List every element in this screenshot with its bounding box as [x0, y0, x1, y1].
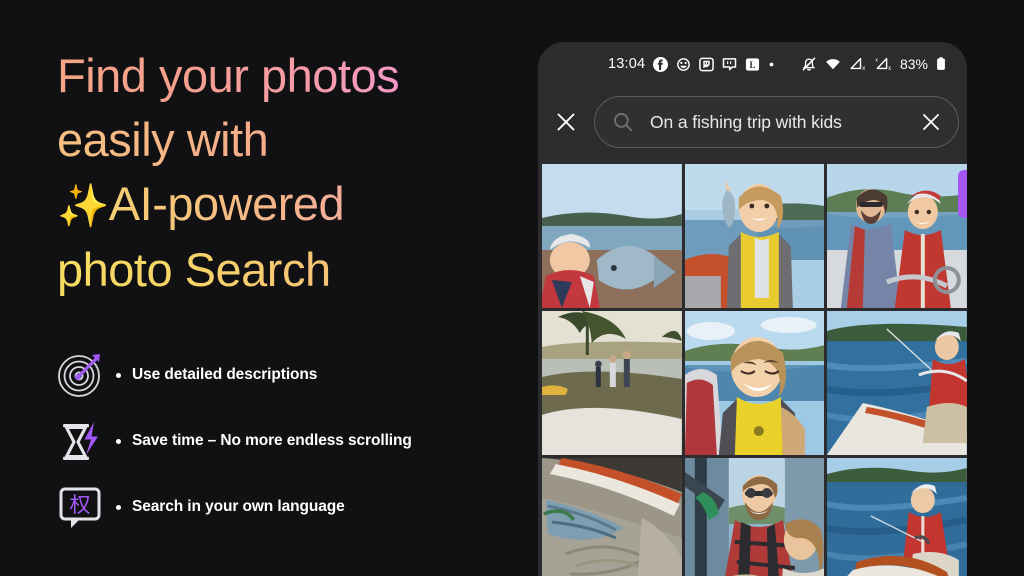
photo-results-grid	[542, 164, 967, 576]
smiley-face-icon	[676, 57, 691, 72]
promo-panel: Find your photos easily with ✨AI-powered…	[0, 0, 535, 576]
photo-thumbnail[interactable]	[684, 458, 825, 576]
twitch-chat-icon	[722, 57, 737, 72]
status-bar-left: 13:04 L	[608, 56, 775, 72]
svg-text:x: x	[875, 58, 878, 64]
language-speech-bubble-icon: 权	[54, 481, 106, 533]
hourglass-lightning-icon	[54, 415, 106, 467]
photo-thumbnail[interactable]	[542, 458, 682, 576]
photo-thumbnail[interactable]	[827, 458, 967, 576]
svg-text:x: x	[888, 66, 891, 72]
facebook-icon	[653, 56, 669, 72]
svg-text:L: L	[750, 60, 756, 70]
bullet-marker	[116, 372, 121, 378]
list-item: Save time – No more endless scrolling	[54, 408, 524, 474]
clear-search-button[interactable]	[920, 112, 942, 132]
search-query-text[interactable]: On a fishing trip with kids	[650, 112, 920, 133]
list-item-label: Search in your own language	[132, 498, 345, 515]
battery-percent-label: 83%	[899, 56, 928, 72]
photo-thumbnail[interactable]	[684, 164, 825, 308]
headline-line-2: easily with	[57, 108, 517, 172]
list-item-label: Use detailed descriptions	[132, 366, 318, 383]
close-search-button[interactable]	[538, 111, 594, 133]
bell-muted-icon	[801, 56, 817, 72]
headline-line-3: ✨AI-powered	[57, 172, 517, 238]
letterboxd-l-icon: L	[745, 57, 760, 72]
photo-thumbnail[interactable]	[542, 311, 682, 455]
svg-text:x: x	[862, 66, 865, 72]
photo-thumbnail[interactable]	[542, 164, 682, 308]
bullet-marker	[116, 438, 121, 444]
edge-panel-handle[interactable]	[958, 170, 967, 218]
bullet-marker	[116, 504, 121, 510]
headline-line-1: Find your photos	[57, 44, 517, 108]
headline-line-4: photo Search	[57, 238, 517, 302]
list-item: Use detailed descriptions	[54, 342, 524, 408]
headline-line-3-text: AI-powered	[108, 177, 345, 230]
svg-text:权: 权	[70, 493, 91, 517]
sparkles-icon: ✨	[57, 182, 109, 229]
battery-icon	[936, 56, 946, 72]
search-bar: On a fishing trip with kids	[538, 94, 967, 150]
page-headline: Find your photos easily with ✨AI-powered…	[57, 44, 517, 302]
magnifier-icon	[612, 111, 638, 133]
photo-thumbnail[interactable]	[827, 311, 967, 455]
list-item-label: Save time – No more endless scrolling	[132, 432, 412, 449]
target-dart-icon	[54, 349, 106, 401]
wifi-icon	[825, 56, 841, 72]
photo-thumbnail[interactable]	[684, 311, 825, 455]
feature-bullet-list: Use detailed descriptions Save time – No…	[54, 342, 524, 540]
status-bar-right: x xx 83%	[801, 56, 946, 72]
status-bar: 13:04 L x x x 83%	[538, 42, 967, 86]
signal-no-service-icon: x	[849, 56, 865, 72]
signal-sim2-no-service-icon: xx	[873, 56, 892, 72]
list-item: 权 Search in your own language	[54, 474, 524, 540]
search-input[interactable]: On a fishing trip with kids	[594, 96, 959, 148]
twitch-icon	[699, 57, 715, 72]
more-dot-icon	[768, 57, 775, 72]
photo-thumbnail[interactable]	[827, 164, 967, 308]
phone-mockup: 13:04 L x x x 83% On a fishing trip with…	[538, 42, 967, 576]
status-clock: 13:04	[608, 56, 646, 72]
